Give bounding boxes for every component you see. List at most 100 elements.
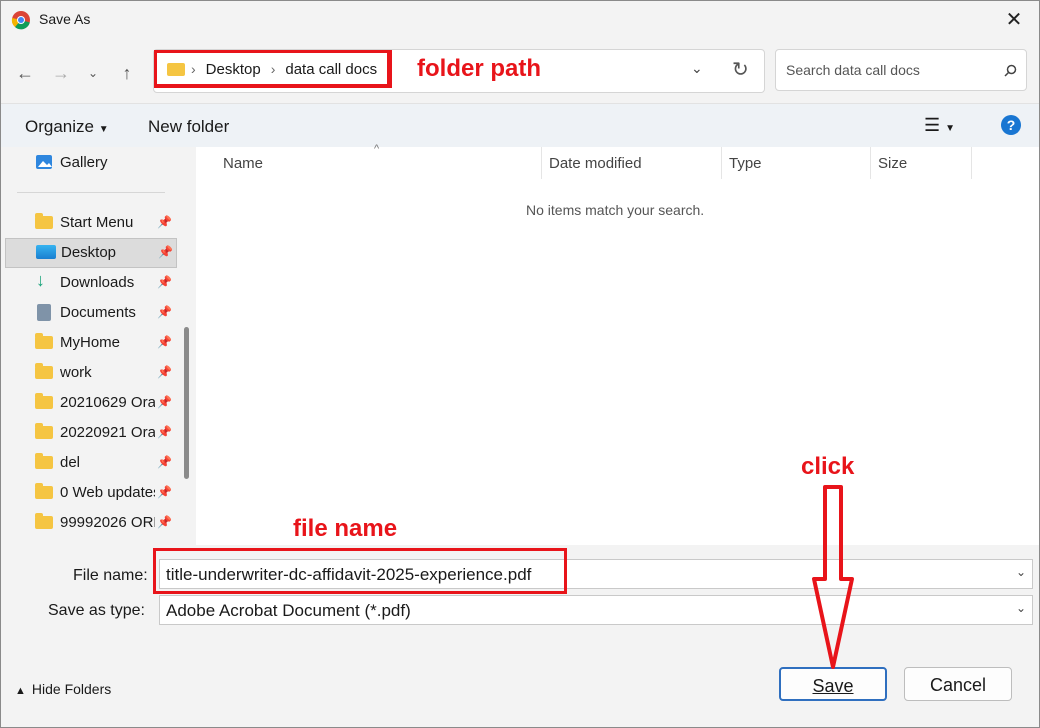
sidebar-item-work[interactable]: work 📌 [5, 359, 175, 387]
sidebar-item-web-updates[interactable]: 0 Web updates 📌 [5, 479, 175, 507]
annotation-folder-path-highlight [154, 50, 390, 87]
save-form: File name: title-underwriter-dc-affidavi… [1, 515, 1039, 727]
help-icon[interactable]: ? [1001, 115, 1021, 135]
command-toolbar: Organize ▼ New folder ☰ ▼ ? [1, 103, 1039, 148]
chevron-down-icon[interactable]: ⌄ [1016, 565, 1026, 579]
sidebar-item-start-menu[interactable]: Start Menu 📌 [5, 209, 175, 237]
pin-icon: 📌 [157, 455, 172, 469]
pin-icon: 📌 [158, 245, 173, 259]
pin-icon: 📌 [157, 515, 172, 529]
download-arrow-icon: ↓ [36, 270, 45, 290]
folder-icon [35, 513, 53, 529]
chevron-down-icon[interactable]: ⌄ [1016, 601, 1026, 615]
column-divider [971, 147, 972, 179]
file-name-label: File name: [73, 567, 148, 584]
save-type-value: Adobe Acrobat Document (*.pdf) [166, 601, 411, 620]
sidebar-item-folder-99992026[interactable]: 99992026 ORR 📌 [5, 509, 175, 537]
sidebar-scrollbar[interactable] [184, 327, 189, 479]
new-folder-button[interactable]: New folder [148, 117, 229, 137]
pin-icon: 📌 [157, 395, 172, 409]
sidebar-item-label: 99992026 ORR [60, 514, 155, 531]
sort-caret-icon: ^ [374, 143, 380, 155]
annotation-file-name: file name [293, 515, 398, 542]
sidebar-item-label: Desktop [61, 244, 117, 261]
cancel-button[interactable]: Cancel [904, 667, 1012, 701]
sidebar-item-downloads[interactable]: ↓ Downloads 📌 [5, 269, 175, 297]
pin-icon: 📌 [157, 335, 172, 349]
column-header-date-modified[interactable]: Date modified [549, 155, 642, 172]
column-divider [721, 147, 722, 179]
window-title: Save As [39, 11, 91, 27]
chevron-down-icon: ⌄ [87, 66, 99, 80]
column-divider [541, 147, 542, 179]
sidebar-item-label: 0 Web updates [60, 484, 155, 501]
annotation-click: click [801, 453, 855, 480]
sidebar-item-label: MyHome [60, 334, 121, 351]
folder-icon [35, 333, 53, 349]
column-divider [870, 147, 871, 179]
sidebar-item-folder-20220921[interactable]: 20220921 Orac 📌 [5, 419, 175, 447]
empty-state-message: No items match your search. [526, 202, 705, 218]
hide-folders-button[interactable]: ▲ Hide Folders [15, 681, 111, 697]
pin-icon: 📌 [157, 305, 172, 319]
caret-up-icon: ▲ [15, 685, 26, 697]
pin-icon: 📌 [157, 215, 172, 229]
sidebar-item-label: del [60, 454, 81, 471]
organize-button[interactable]: Organize ▼ [25, 117, 109, 137]
folder-icon [35, 453, 53, 469]
close-icon: ✕ [1005, 9, 1023, 31]
cancel-button-label: Cancel [929, 675, 987, 695]
save-button[interactable]: Save [779, 667, 887, 701]
pin-icon: 📌 [157, 365, 172, 379]
up-button[interactable]: ↑ [115, 61, 139, 85]
caret-down-icon: ▼ [98, 124, 109, 135]
desktop-icon [36, 245, 56, 259]
recent-locations-button[interactable]: ⌄ [81, 61, 105, 85]
folder-icon [35, 483, 53, 499]
column-header-size[interactable]: Size [878, 155, 907, 172]
sidebar-item-label: 20210629 Orac [60, 394, 155, 411]
save-type-label: Save as type: [48, 602, 145, 619]
folder-icon [35, 423, 53, 439]
folder-icon [35, 393, 53, 409]
back-button[interactable]: ← [13, 61, 37, 85]
sidebar-item-gallery[interactable]: Gallery [5, 149, 175, 177]
address-dropdown-icon[interactable]: ⌄ [691, 60, 703, 77]
folder-icon [35, 213, 53, 229]
save-type-select[interactable]: Adobe Acrobat Document (*.pdf) ⌄ [159, 595, 1033, 625]
close-button[interactable]: ✕ [999, 5, 1029, 35]
sidebar-item-folder-20210629[interactable]: 20210629 Orac 📌 [5, 389, 175, 417]
sidebar-item-label: Gallery [60, 154, 108, 171]
sidebar-divider [17, 192, 165, 193]
sidebar-item-del[interactable]: del 📌 [5, 449, 175, 477]
list-view-icon: ☰ [924, 115, 941, 135]
sidebar-item-documents[interactable]: Documents 📌 [5, 299, 175, 327]
chrome-icon [11, 11, 30, 30]
sidebar-item-myhome[interactable]: MyHome 📌 [5, 329, 175, 357]
documents-icon [37, 304, 51, 321]
annotation-arrow-icon [812, 485, 854, 669]
search-icon [1004, 64, 1017, 77]
arrow-right-icon: → [52, 63, 70, 83]
arrow-left-icon: ← [16, 63, 34, 83]
column-header-type[interactable]: Type [729, 155, 762, 172]
refresh-icon[interactable]: ↻ [732, 57, 749, 82]
sidebar-item-label: Downloads [60, 274, 135, 291]
save-button-label: Save [812, 676, 854, 696]
forward-button[interactable]: → [49, 61, 73, 85]
pin-icon: 📌 [157, 275, 172, 289]
pin-icon: 📌 [157, 485, 172, 499]
arrow-up-icon: ↑ [122, 63, 132, 83]
column-header-name[interactable]: Name [223, 155, 263, 172]
navigation-pane: Gallery Start Menu 📌 Desktop 📌 ↓ Downloa… [1, 147, 196, 545]
gallery-icon [36, 155, 52, 169]
sidebar-item-desktop[interactable]: Desktop 📌 [5, 238, 177, 268]
sidebar-item-label: 20220921 Orac [60, 424, 155, 441]
sidebar-item-label: Start Menu [60, 214, 134, 231]
hide-folders-label: Hide Folders [31, 681, 112, 697]
sidebar-item-label: Documents [60, 304, 136, 321]
view-options-button[interactable]: ☰ ▼ [924, 115, 955, 136]
search-box[interactable]: Search data call docs [775, 49, 1027, 91]
file-list: ^ Name Date modified Type Size No items … [196, 143, 1039, 545]
annotation-file-name-highlight [153, 548, 567, 594]
